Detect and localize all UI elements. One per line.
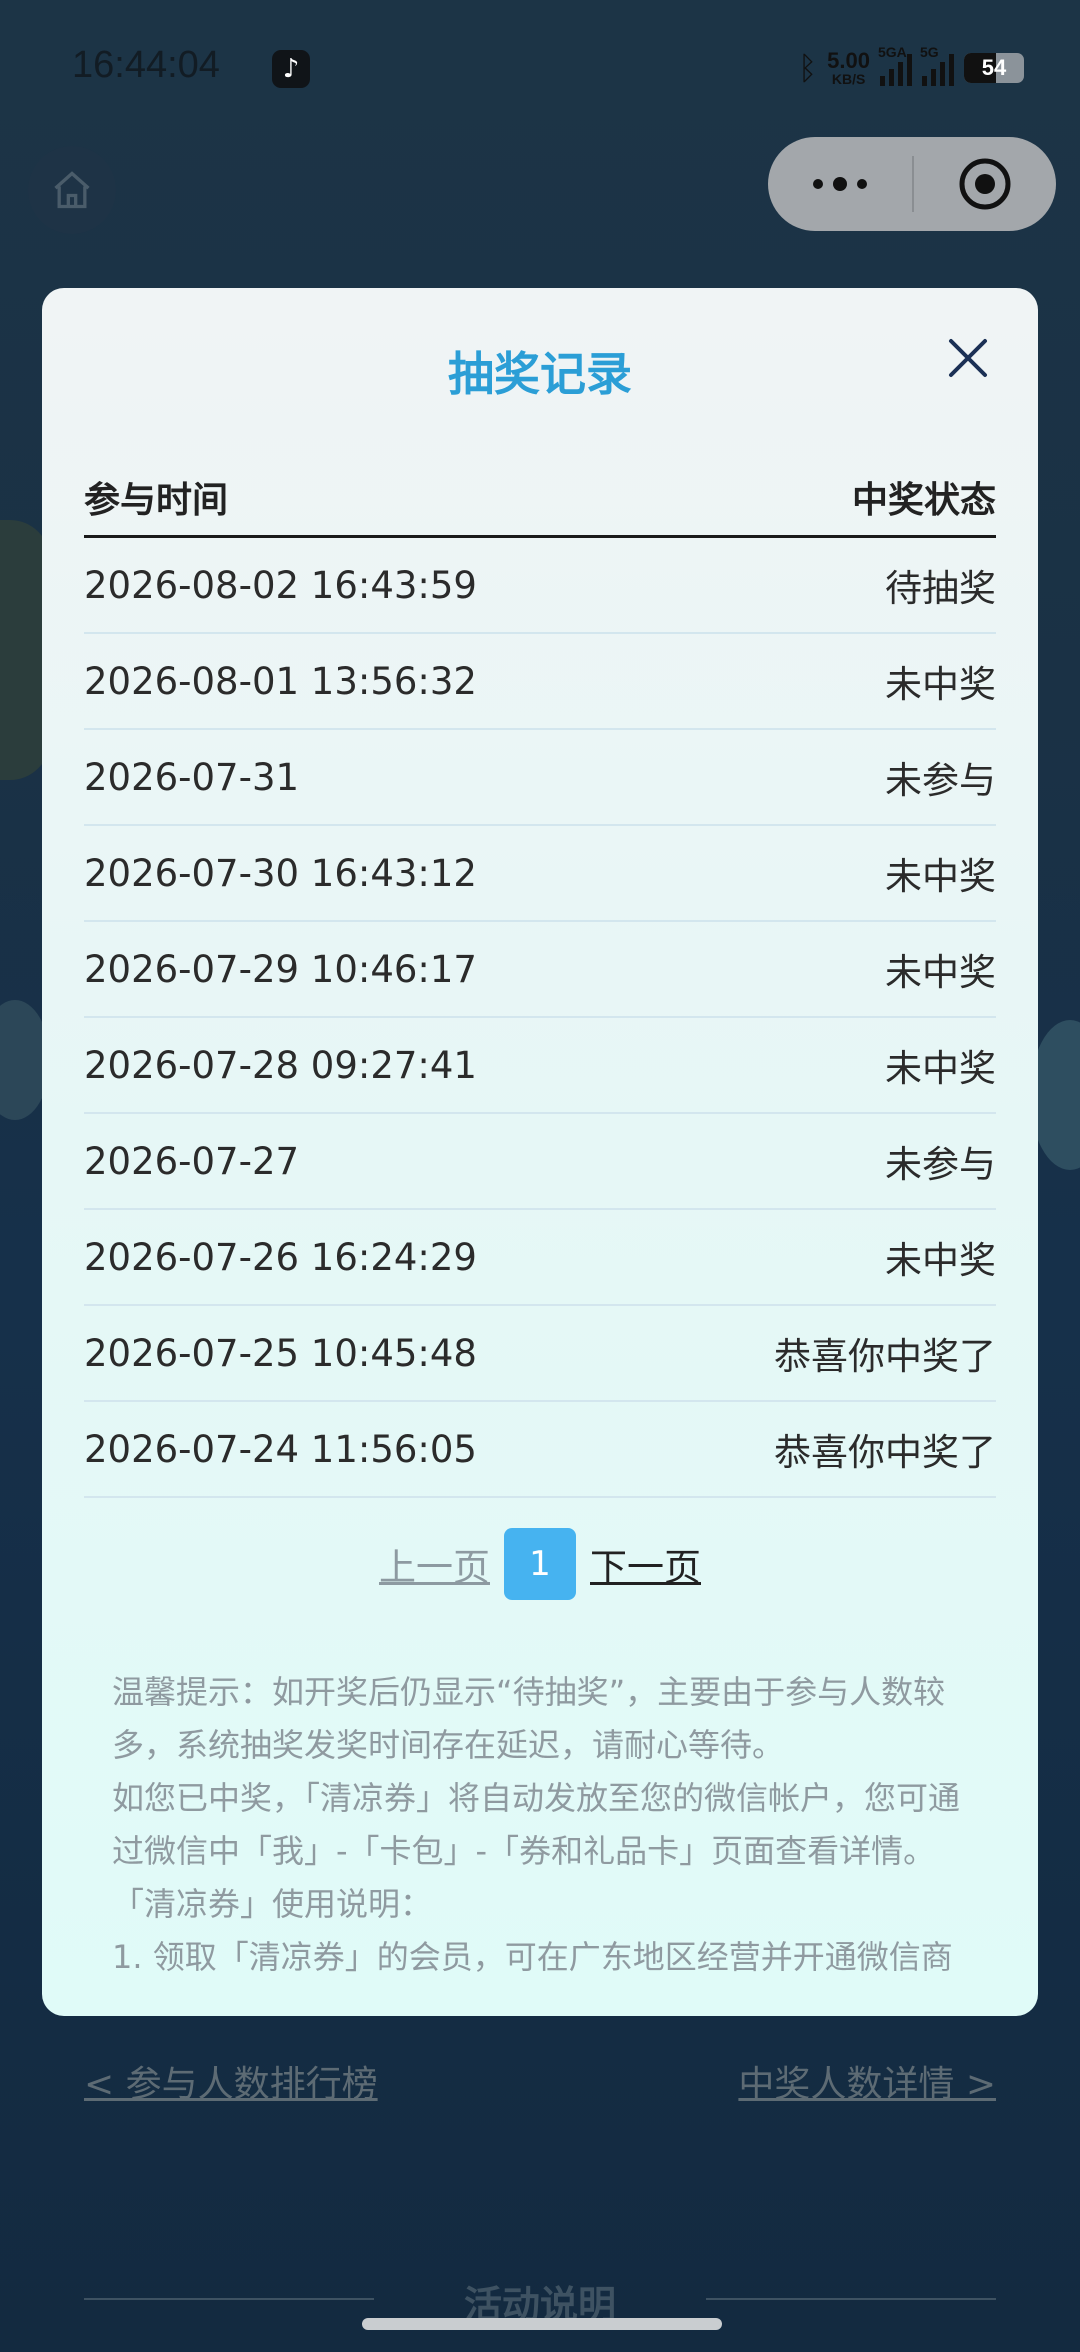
tip-paragraph: 1. 领取「清凉券」的会员，可在广东地区经营并开通微信商 [112,1938,953,1976]
record-status: 未参与 [885,759,996,802]
prev-page-button[interactable]: 上一页 [379,1537,490,1591]
target-icon [959,158,1011,210]
table-row: 2026-07-25 10:45:48 恭喜你中奖了 [84,1306,996,1402]
header-participation-time: 参与时间 [84,479,229,521]
table-row: 2026-07-30 16:43:12 未中奖 [84,826,996,922]
record-status: 待抽奖 [885,567,996,610]
cellular-signal-icon: 5G [920,44,954,86]
network-speed: 5.00 KB/S [827,48,870,87]
pagination: 上一页 1 下一页 [42,1528,1038,1600]
table-row: 2026-07-27 未参与 [84,1114,996,1210]
miniprogram-capsule [768,137,1056,231]
record-time: 2026-07-30 16:43:12 [84,851,477,895]
divider [706,2298,996,2300]
record-time: 2026-07-31 [84,755,300,799]
record-status: 未中奖 [885,1239,996,1282]
status-bar: 16:44:04 ♪ ᛒ 5.00 KB/S 5GA 5G 54 [0,0,1080,140]
header-prize-status: 中奖状态 [851,479,996,521]
next-page-button[interactable]: 下一页 [590,1537,701,1591]
record-status: 恭喜你中奖了 [774,1431,996,1474]
record-status: 未中奖 [885,663,996,706]
record-time: 2026-07-25 10:45:48 [84,1331,477,1375]
home-button[interactable] [28,146,116,234]
home-icon [54,171,90,209]
gesture-navigation-bar[interactable] [362,2318,722,2330]
record-time: 2026-07-29 10:46:17 [84,947,477,991]
record-time: 2026-08-01 13:56:32 [84,659,477,703]
close-icon [949,339,987,377]
battery-icon: 54 [964,53,1024,83]
record-status: 未中奖 [885,951,996,994]
modal-title: 抽奖记录 [448,347,632,401]
table-row: 2026-07-26 16:24:29 未中奖 [84,1210,996,1306]
close-miniprogram-button[interactable] [914,156,1056,212]
table-row: 2026-08-01 13:56:32 未中奖 [84,634,996,730]
record-time: 2026-08-02 16:43:59 [84,563,477,607]
record-status: 未中奖 [885,855,996,898]
close-button[interactable] [938,328,998,388]
record-time: 2026-07-28 09:27:41 [84,1043,477,1087]
record-status: 恭喜你中奖了 [774,1335,996,1378]
current-page-button[interactable]: 1 [504,1528,576,1600]
record-time: 2026-07-26 16:24:29 [84,1235,477,1279]
lottery-record-modal: 抽奖记录 参与时间 中奖状态 2026-08-02 16:43:59 待抽奖 20… [42,288,1038,2016]
cellular-signal-icon: 5GA [878,44,912,86]
network-speed-value: 5.00 [827,48,870,73]
clock: 16:44:04 [72,44,220,86]
record-status: 未参与 [885,1143,996,1186]
record-table-header: 参与时间 中奖状态 [84,458,996,538]
bluetooth-icon: ᛒ [797,49,818,86]
tip-paragraph: 温馨提示：如开奖后仍显示“待抽奖”，主要由于参与人数较多，系统抽奖发奖时间存在延… [112,1673,946,1764]
tip-paragraph: 如您已中奖，「清凉券」将自动发放至您的微信帐户，您可通过微信中「我」-「卡包」-… [112,1779,961,1870]
record-time: 2026-07-27 [84,1139,300,1183]
record-list: 2026-08-02 16:43:59 待抽奖 2026-08-01 13:56:… [84,538,996,1498]
participant-ranking-link[interactable]: < 参与人数排行榜 [84,2055,378,2107]
battery-level: 54 [981,55,1007,80]
table-row: 2026-07-29 10:46:17 未中奖 [84,922,996,1018]
status-icons: ᛒ 5.00 KB/S 5GA 5G 54 [797,44,1024,90]
winner-details-link[interactable]: 中奖人数详情 > [738,2055,996,2107]
tiktok-notification-icon: ♪ [272,50,310,88]
record-status: 未中奖 [885,1047,996,1090]
tips-text: 温馨提示：如开奖后仍显示“待抽奖”，主要由于参与人数较多，系统抽奖发奖时间存在延… [112,1666,978,1984]
table-row: 2026-07-31 未参与 [84,730,996,826]
table-row: 2026-07-28 09:27:41 未中奖 [84,1018,996,1114]
table-row: 2026-07-24 11:56:05 恭喜你中奖了 [84,1402,996,1498]
network-speed-unit: KB/S [831,71,866,87]
signal-label: 5GA [878,44,907,60]
table-row: 2026-08-02 16:43:59 待抽奖 [84,538,996,634]
tip-paragraph: 「清凉券」使用说明： [112,1885,433,1923]
record-time: 2026-07-24 11:56:05 [84,1427,477,1471]
signal-label: 5G [920,44,939,60]
more-button[interactable] [768,177,912,191]
